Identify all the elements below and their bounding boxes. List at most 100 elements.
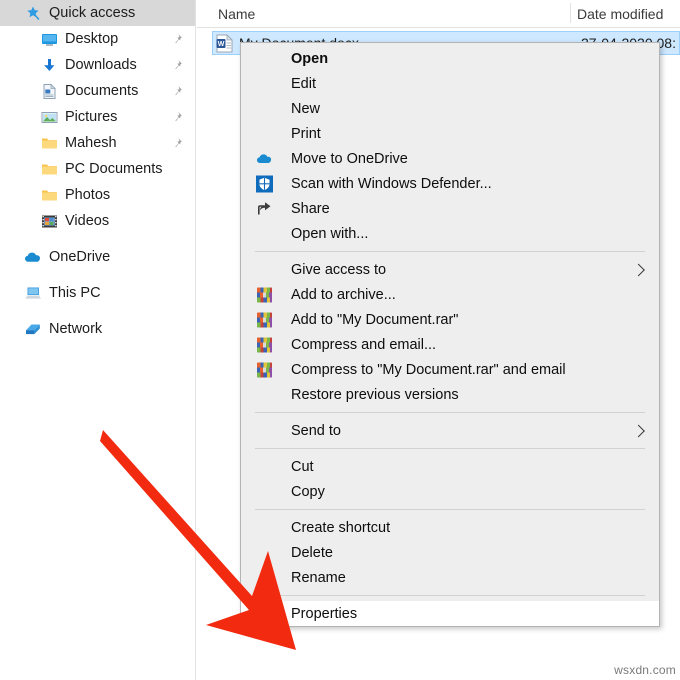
menu-item-restore-previous-versions[interactable]: Restore previous versions <box>241 382 659 407</box>
menu-item-add-to-archive[interactable]: Add to archive... <box>241 282 659 307</box>
menu-separator <box>255 509 645 510</box>
column-divider <box>570 3 571 23</box>
menu-item-label: Give access to <box>291 261 387 278</box>
sidebar-item-videos[interactable]: Videos <box>0 208 195 234</box>
sidebar-item-label: This PC <box>49 284 101 301</box>
menu-item-label: Print <box>291 125 321 142</box>
sidebar-item-quick-access[interactable]: Quick access <box>0 0 195 26</box>
sidebar-item-label: Photos <box>65 186 111 203</box>
videos-icon <box>40 212 58 230</box>
folder-icon <box>40 134 58 152</box>
sidebar-item-mahesh[interactable]: Mahesh <box>0 130 195 156</box>
menu-item-label: Rename <box>291 569 346 586</box>
menu-item-delete[interactable]: Delete <box>241 540 659 565</box>
pin-icon[interactable] <box>171 33 183 45</box>
menu-item-compress-to-my-documentrar-and-email[interactable]: Compress to "My Document.rar" and email <box>241 357 659 382</box>
menu-separator <box>255 251 645 252</box>
column-header-name[interactable]: Name <box>218 6 255 22</box>
menu-item-send-to[interactable]: Send to <box>241 418 659 443</box>
sidebar-item-documents[interactable]: Documents <box>0 78 195 104</box>
sidebar-item-label: Videos <box>65 212 110 229</box>
menu-item-add-to-my-documentrar[interactable]: Add to "My Document.rar" <box>241 307 659 332</box>
sidebar-item-label: Network <box>49 320 103 337</box>
share-icon <box>256 200 273 217</box>
watermark-label: wsxdn.com <box>614 663 676 677</box>
pictures-icon <box>40 108 58 126</box>
menu-item-label: Open <box>291 50 329 67</box>
sidebar-item-label: PC Documents <box>65 160 163 177</box>
column-header-date-modified[interactable]: Date modified <box>577 6 663 22</box>
context-menu: Open Edit New Print Move to OneDrive Scan wit… <box>240 42 660 627</box>
pin-icon[interactable] <box>171 137 183 149</box>
menu-item-edit[interactable]: Edit <box>241 71 659 96</box>
menu-item-label: Compress and email... <box>291 336 437 353</box>
menu-item-cut[interactable]: Cut <box>241 454 659 479</box>
winrar-icon <box>256 311 273 328</box>
sidebar-item-onedrive[interactable]: OneDrive <box>0 244 195 270</box>
star-pin-icon <box>24 4 42 22</box>
onedrive-cloud-icon <box>256 150 273 167</box>
sidebar-item-label: OneDrive <box>49 248 111 265</box>
menu-item-open[interactable]: Open <box>241 46 659 71</box>
svg-text:W: W <box>218 41 225 48</box>
menu-item-label: Cut <box>291 458 314 475</box>
menu-item-label: Open with... <box>291 225 369 242</box>
menu-item-give-access-to[interactable]: Give access to <box>241 257 659 282</box>
sidebar-item-pc-documents[interactable]: PC Documents <box>0 156 195 182</box>
onedrive-cloud-icon <box>24 248 42 266</box>
sidebar-item-label: Downloads <box>65 56 137 73</box>
menu-item-share[interactable]: Share <box>241 196 659 221</box>
sidebar-item-this-pc[interactable]: This PC <box>0 280 195 306</box>
sidebar-item-label: Pictures <box>65 108 118 125</box>
winrar-icon <box>256 361 273 378</box>
chevron-right-icon <box>632 263 645 276</box>
download-icon <box>40 56 58 74</box>
menu-item-label: Copy <box>291 483 325 500</box>
sidebar-item-photos[interactable]: Photos <box>0 182 195 208</box>
sidebar-item-network[interactable]: Network <box>0 316 195 342</box>
pin-icon[interactable] <box>171 111 183 123</box>
desktop-icon <box>40 30 58 48</box>
chevron-right-icon <box>632 424 645 437</box>
menu-item-move-to-onedrive[interactable]: Move to OneDrive <box>241 146 659 171</box>
menu-item-print[interactable]: Print <box>241 121 659 146</box>
menu-item-new[interactable]: New <box>241 96 659 121</box>
menu-item-create-shortcut[interactable]: Create shortcut <box>241 515 659 540</box>
folder-icon <box>40 160 58 178</box>
folder-icon <box>40 186 58 204</box>
sidebar-item-desktop[interactable]: Desktop <box>0 26 195 52</box>
menu-separator <box>255 412 645 413</box>
sidebar-item-pictures[interactable]: Pictures <box>0 104 195 130</box>
menu-separator <box>255 448 645 449</box>
winrar-icon <box>256 286 273 303</box>
network-icon <box>24 320 42 338</box>
menu-item-label: Move to OneDrive <box>291 150 408 167</box>
pin-icon[interactable] <box>171 59 183 71</box>
documents-icon <box>40 82 58 100</box>
menu-item-label: Scan with Windows Defender... <box>291 175 492 192</box>
shield-icon <box>256 175 273 192</box>
menu-item-label: Compress to "My Document.rar" and email <box>291 361 566 378</box>
navigation-pane: Quick access Desktop Downloads Documents Pic… <box>0 0 196 680</box>
file-list-header: Name Date modified <box>197 0 680 28</box>
sidebar-item-downloads[interactable]: Downloads <box>0 52 195 78</box>
sidebar-item-label: Documents <box>65 82 139 99</box>
menu-item-label: Delete <box>291 544 333 561</box>
menu-separator <box>255 595 645 596</box>
menu-item-label: Create shortcut <box>291 519 391 536</box>
menu-item-label: Add to "My Document.rar" <box>291 311 459 328</box>
menu-item-label: Properties <box>291 605 358 622</box>
menu-item-copy[interactable]: Copy <box>241 479 659 504</box>
file-explorer-window: Quick access Desktop Downloads Documents Pic… <box>0 0 680 680</box>
menu-item-label: New <box>291 100 321 117</box>
menu-item-compress-and-email[interactable]: Compress and email... <box>241 332 659 357</box>
menu-item-rename[interactable]: Rename <box>241 565 659 590</box>
pin-icon[interactable] <box>171 85 183 97</box>
menu-item-open-with[interactable]: Open with... <box>241 221 659 246</box>
menu-item-properties[interactable]: Properties <box>241 601 659 626</box>
menu-item-scan-with-windows-defender[interactable]: Scan with Windows Defender... <box>241 171 659 196</box>
sidebar-item-label: Desktop <box>65 30 119 47</box>
menu-item-label: Edit <box>291 75 316 92</box>
